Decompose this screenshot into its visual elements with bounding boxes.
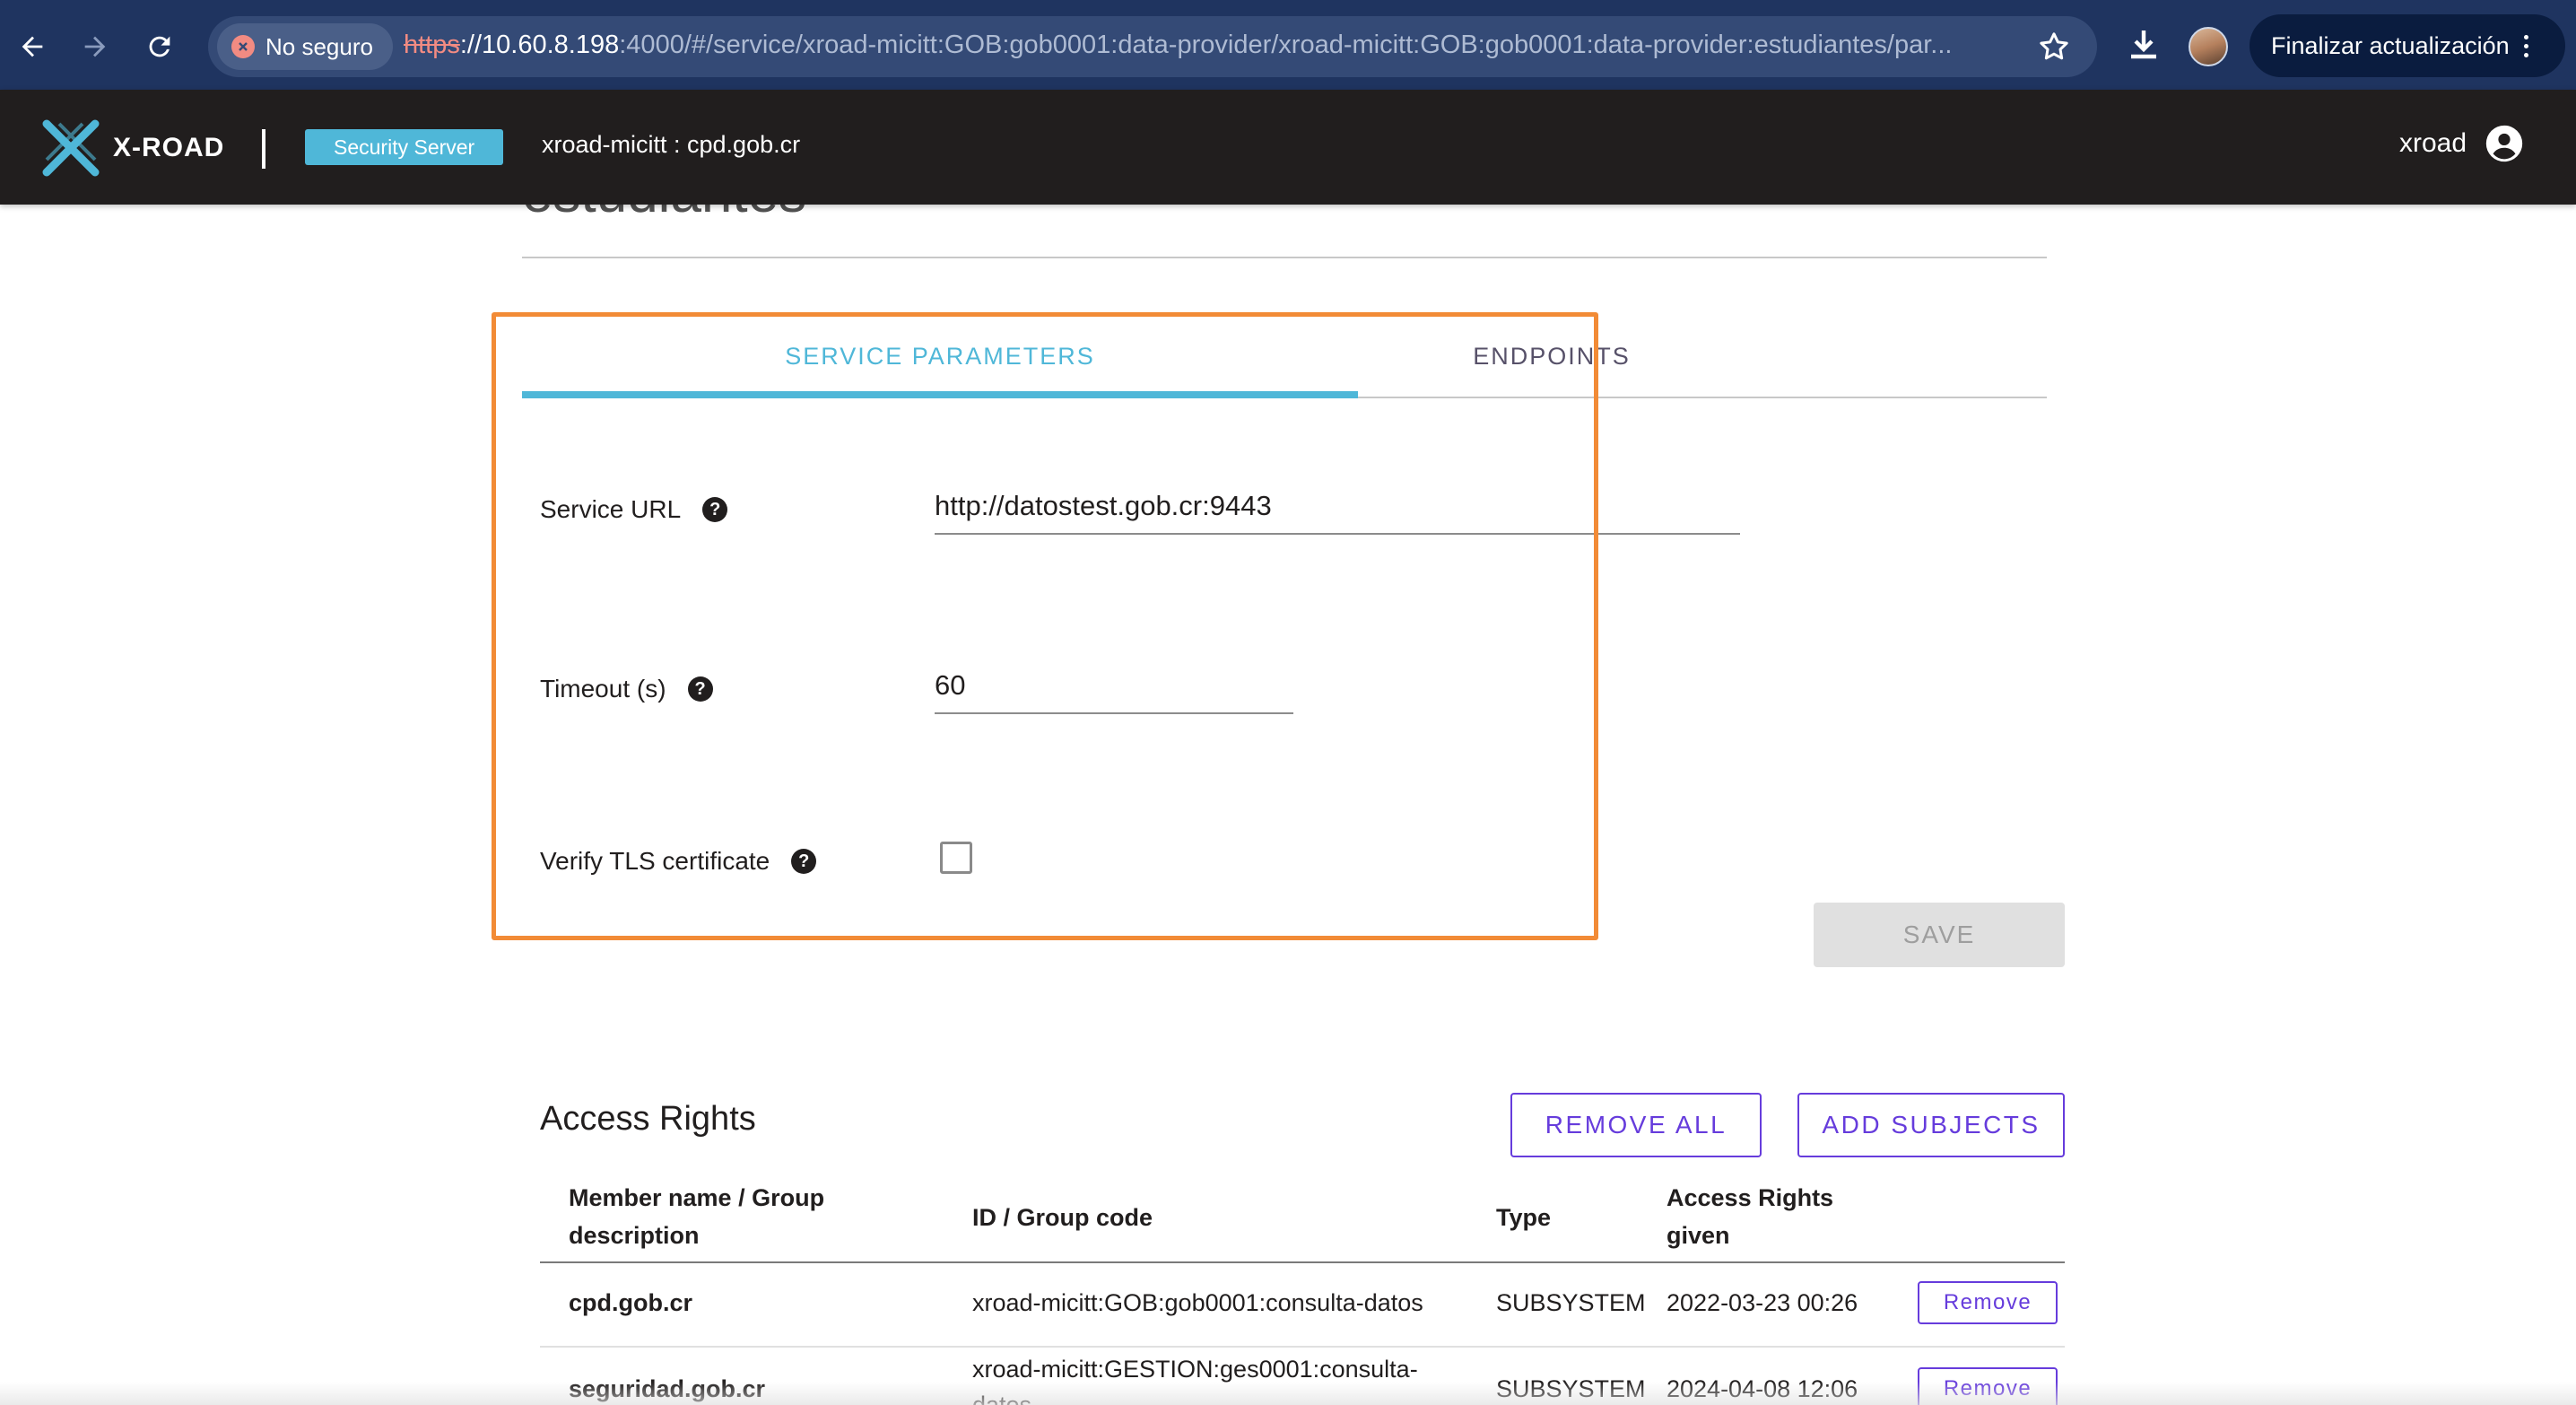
help-icon[interactable]: ? [702, 497, 728, 522]
reload-icon [149, 36, 170, 57]
url-scheme: https [404, 31, 460, 59]
table-header-divider [540, 1261, 2065, 1263]
url-host: ://10.60.8.198 [459, 31, 620, 59]
user-menu[interactable]: xroad [2399, 124, 2524, 163]
row-id: xroad-micitt:GOB:gob0001:consulta-datos [972, 1289, 1423, 1316]
timeout-label-row: Timeout (s) ? [540, 675, 713, 703]
reload-button[interactable] [133, 20, 187, 74]
column-header-given-line2: given [1667, 1222, 1730, 1249]
service-url-input[interactable] [935, 490, 1740, 535]
more-vert-icon [2523, 34, 2528, 57]
url-text[interactable]: https://10.60.8.198:4000/#/service/xroad… [404, 31, 2018, 60]
scroll-edge-shadow [0, 1382, 2576, 1405]
browser-toolbar: No seguro https://10.60.8.198:4000/#/ser… [0, 0, 2576, 90]
security-server-badge: Security Server [305, 129, 504, 165]
title-divider [522, 257, 2047, 258]
add-subjects-button[interactable]: ADD SUBJECTS [1797, 1093, 2065, 1157]
row-member: cpd.gob.cr [569, 1289, 693, 1316]
service-tabs: SERVICE PARAMETERS ENDPOINTS [522, 323, 2047, 400]
timeout-input[interactable] [935, 669, 1293, 714]
back-arrow-icon [22, 36, 43, 57]
remove-button[interactable]: Remove [1918, 1281, 2058, 1324]
xroad-logo-icon [42, 119, 100, 177]
row-type: SUBSYSTEM [1496, 1289, 1646, 1316]
column-header-type: Type [1496, 1204, 1552, 1231]
xroad-logo[interactable]: X-ROAD [41, 118, 224, 178]
brand-name: X-ROAD [113, 133, 225, 162]
tls-label-row: Verify TLS certificate ? [540, 847, 817, 876]
forward-arrow-icon [84, 36, 106, 57]
service-url-label-row: Service URL ? [540, 495, 728, 524]
app-header: X-ROAD Security Server xroad-micitt : cp… [0, 90, 2576, 205]
column-header-member: Member name / Group description [569, 1179, 824, 1254]
row-divider [540, 1346, 2065, 1348]
help-icon[interactable]: ? [687, 676, 713, 702]
timeout-label: Timeout (s) [540, 675, 666, 702]
verify-tls-checkbox[interactable] [940, 842, 972, 874]
access-rights-title: Access Rights [540, 1100, 756, 1138]
security-label: No seguro [265, 32, 373, 60]
column-header-given: Access Rights given [1667, 1179, 1833, 1254]
account-circle-icon [2485, 125, 2523, 162]
highlight-box [492, 312, 1598, 940]
profile-avatar[interactable] [2189, 27, 2228, 66]
remove-all-button[interactable]: REMOVE ALL [1510, 1093, 1762, 1157]
column-header-given-line1: Access Rights [1667, 1184, 1834, 1211]
url-path: :4000/#/service/xroad-micitt:GOB:gob0001… [619, 31, 1953, 59]
active-tab-indicator [522, 391, 1358, 398]
tab-service-parameters[interactable]: SERVICE PARAMETERS [522, 323, 1358, 400]
tab-endpoints[interactable]: ENDPOINTS [1358, 323, 1745, 400]
star-icon[interactable] [2036, 29, 2072, 65]
user-name: xroad [2398, 128, 2467, 158]
finish-update-button[interactable]: Finalizar actualización [2250, 14, 2565, 77]
help-icon[interactable]: ? [791, 849, 817, 874]
service-url-label: Service URL [540, 495, 682, 523]
forward-button[interactable] [68, 20, 122, 74]
row-given: 2022-03-23 00:26 [1667, 1289, 1858, 1316]
server-name: xroad-micitt : cpd.gob.cr [542, 131, 801, 158]
insecure-icon [231, 35, 255, 58]
column-header-member-line1: Member name / Group [569, 1184, 825, 1211]
column-header-id: ID / Group code [972, 1204, 1153, 1231]
column-header-member-line2: description [569, 1222, 700, 1249]
site-security-chip[interactable]: No seguro [217, 23, 393, 70]
finish-update-label: Finalizar actualización [2271, 31, 2510, 59]
verify-tls-label: Verify TLS certificate [540, 847, 770, 875]
address-bar[interactable]: No seguro https://10.60.8.198:4000/#/ser… [208, 16, 2097, 77]
back-button[interactable] [5, 20, 59, 74]
download-icon[interactable] [2122, 23, 2165, 66]
save-button[interactable]: SAVE [1814, 903, 2065, 967]
header-divider [262, 129, 265, 169]
